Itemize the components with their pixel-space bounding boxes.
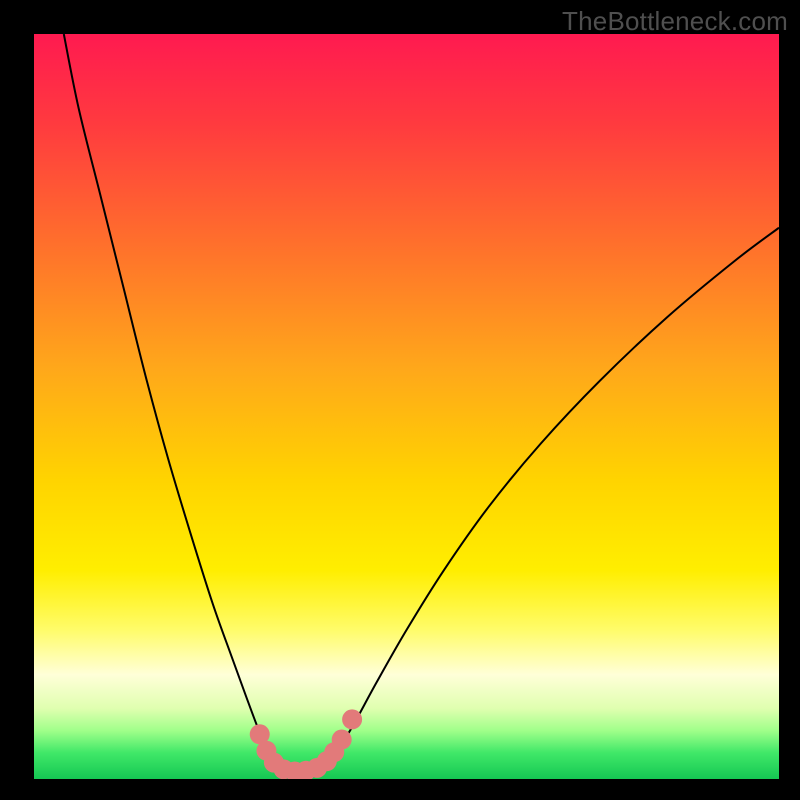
highlight-dot [342,709,362,729]
plot-area [34,34,779,779]
gradient-background [34,34,779,779]
highlight-dot [332,730,352,750]
bottleneck-chart [34,34,779,779]
chart-frame: TheBottleneck.com [0,0,800,800]
watermark-text: TheBottleneck.com [562,6,788,37]
